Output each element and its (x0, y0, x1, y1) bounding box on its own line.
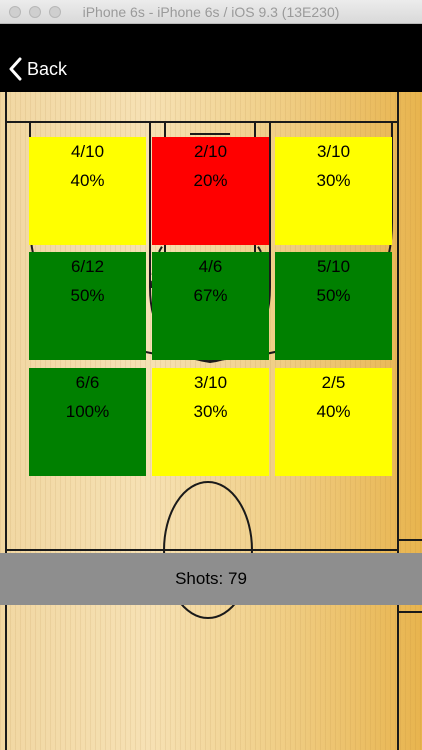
zone-percentage: 50% (70, 286, 105, 305)
shot-zone[interactable]: 4/6 67% (152, 252, 269, 360)
zone-made-attempts: 2/10 (193, 142, 228, 161)
zone-percentage: 100% (65, 402, 110, 421)
shot-zone[interactable]: 2/10 20% (152, 137, 269, 245)
shot-zone[interactable]: 3/10 30% (275, 137, 392, 245)
shots-count-label: Shots: 79 (175, 569, 247, 588)
zone-percentage: 40% (70, 171, 105, 190)
shot-zone[interactable]: 6/12 50% (29, 252, 146, 360)
back-button[interactable]: Back (8, 56, 67, 82)
simulator-title-bar: iPhone 6s - iPhone 6s / iOS 9.3 (13E230) (0, 0, 422, 24)
zone-made-attempts: 3/10 (316, 142, 351, 161)
zone-made-attempts: 2/5 (321, 373, 346, 392)
window-title: iPhone 6s - iPhone 6s / iOS 9.3 (13E230) (82, 4, 340, 20)
zone-percentage: 40% (316, 402, 351, 421)
zone-percentage: 20% (193, 171, 228, 190)
zone-made-attempts: 3/10 (193, 373, 228, 392)
zone-percentage: 30% (193, 402, 228, 421)
basketball-court: 4/10 40% 2/10 20% 3/10 30% 6/12 50% 4/6 67% 5/10 50… (0, 92, 422, 750)
zone-made-attempts: 6/12 (70, 257, 105, 276)
shot-zone[interactable]: 3/10 30% (152, 368, 269, 476)
zone-made-attempts: 4/10 (70, 142, 105, 161)
shot-zone[interactable]: 4/10 40% (29, 137, 146, 245)
zone-made-attempts: 6/6 (75, 373, 100, 392)
zone-made-attempts: 5/10 (316, 257, 351, 276)
zone-percentage: 67% (193, 286, 228, 305)
zone-percentage: 50% (316, 286, 351, 305)
zone-made-attempts: 4/6 (198, 257, 223, 276)
chevron-left-icon (9, 57, 22, 81)
shot-zone[interactable]: 5/10 50% (275, 252, 392, 360)
zone-percentage: 30% (316, 171, 351, 190)
navigation-bar: Back (0, 24, 422, 92)
back-label: Back (27, 58, 68, 79)
shots-bar: Shots: 79 (0, 553, 422, 605)
shot-zone[interactable]: 2/5 40% (275, 368, 392, 476)
shot-zone[interactable]: 6/6 100% (29, 368, 146, 476)
